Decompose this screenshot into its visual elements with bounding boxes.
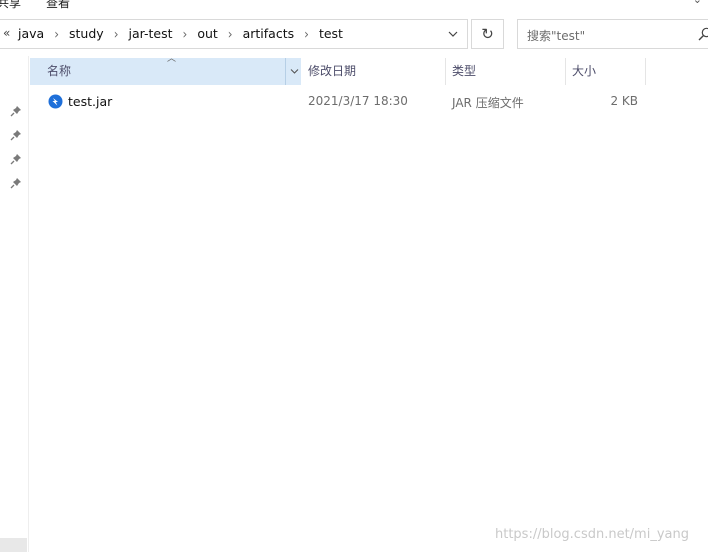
- address-bar[interactable]: « java › study › jar-test › out › artifa…: [0, 19, 468, 49]
- column-header-type[interactable]: 类型: [445, 58, 566, 85]
- breadcrumb-item-java[interactable]: java: [18, 26, 44, 41]
- ribbon-strip: 共享 查看 ⌄: [0, 0, 708, 14]
- column-filter-dropdown[interactable]: [285, 58, 302, 85]
- pin-icon[interactable]: [9, 176, 23, 190]
- column-header-date-label: 修改日期: [308, 64, 357, 78]
- breadcrumb-item-test[interactable]: test: [319, 26, 343, 41]
- breadcrumb-overflow-button[interactable]: «: [3, 26, 10, 40]
- nav-pane-scroll-area[interactable]: [0, 538, 27, 552]
- breadcrumb-item-out[interactable]: out: [197, 26, 217, 41]
- column-header-size-label: 大小: [572, 64, 597, 78]
- chevron-down-icon: [290, 69, 298, 74]
- column-header-row: 名称 ︿ 修改日期 类型 大小: [30, 54, 650, 85]
- navigation-pane: [0, 56, 29, 552]
- file-name[interactable]: test.jar: [68, 94, 112, 109]
- column-header-name-label: 名称: [47, 64, 72, 78]
- sort-ascending-icon: ︿: [167, 54, 177, 64]
- jar-file-icon: [48, 94, 63, 109]
- ribbon-tab-share[interactable]: 共享: [0, 0, 21, 11]
- file-date-modified: 2021/3/17 18:30: [308, 94, 408, 108]
- search-input[interactable]: 搜索"test": [527, 27, 585, 44]
- column-header-type-label: 类型: [452, 64, 477, 78]
- refresh-button[interactable]: ↻: [471, 19, 504, 49]
- file-row[interactable]: test.jar 2021/3/17 18:30 JAR 压缩文件 2 KB: [30, 90, 650, 112]
- chevron-right-icon[interactable]: ›: [114, 26, 119, 41]
- chevron-right-icon[interactable]: ›: [183, 26, 188, 41]
- file-size: 2 KB: [610, 94, 638, 108]
- breadcrumb-item-jar-test[interactable]: jar-test: [129, 26, 173, 41]
- chevron-right-icon[interactable]: ›: [54, 26, 59, 41]
- column-header-date-modified[interactable]: 修改日期: [301, 58, 446, 85]
- chevron-right-icon[interactable]: ›: [304, 26, 309, 41]
- pin-icon[interactable]: [9, 152, 23, 166]
- ribbon-expand-icon[interactable]: ⌄: [693, 0, 702, 6]
- breadcrumb: java › study › jar-test › out › artifact…: [18, 26, 343, 41]
- chevron-down-icon: [448, 31, 458, 37]
- chevron-right-icon[interactable]: ›: [228, 26, 233, 41]
- pin-icon[interactable]: [9, 104, 23, 118]
- watermark: https://blog.csdn.net/mi_yang: [495, 527, 689, 542]
- breadcrumb-item-study[interactable]: study: [69, 26, 104, 41]
- pin-icon[interactable]: [9, 128, 23, 142]
- breadcrumb-item-artifacts[interactable]: artifacts: [243, 26, 295, 41]
- address-history-dropdown[interactable]: [439, 20, 467, 48]
- search-box[interactable]: 搜索"test": [517, 19, 708, 49]
- column-header-size[interactable]: 大小: [565, 58, 647, 85]
- ribbon-tab-view[interactable]: 查看: [46, 0, 70, 11]
- column-divider[interactable]: [645, 58, 646, 85]
- column-header-name[interactable]: 名称 ︿: [30, 54, 302, 85]
- file-type: JAR 压缩文件: [452, 96, 524, 110]
- refresh-icon: ↻: [481, 25, 494, 43]
- search-icon[interactable]: [697, 26, 708, 42]
